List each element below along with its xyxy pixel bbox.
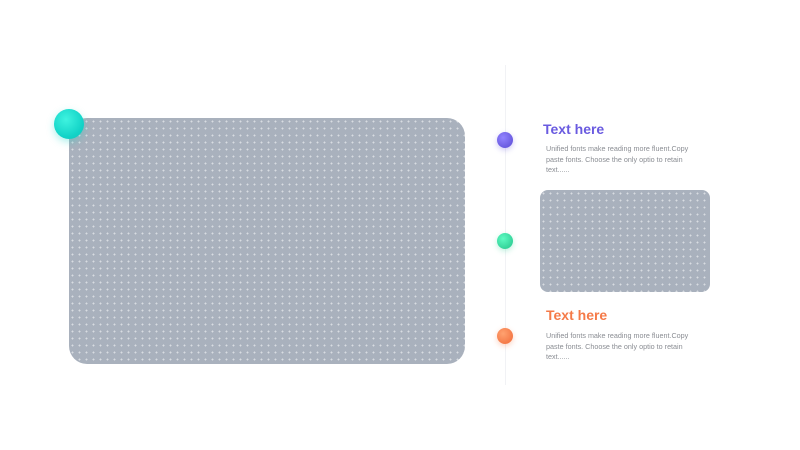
secondary-image-placeholder — [540, 190, 710, 292]
timeline-node-3 — [497, 328, 513, 344]
item-1-title: Text here — [543, 121, 605, 137]
timeline-node-1 — [497, 132, 513, 148]
item-2-title: Text here — [546, 307, 608, 323]
timeline-node-2 — [497, 233, 513, 249]
main-image-placeholder — [69, 118, 465, 364]
corner-accent-dot — [54, 109, 84, 139]
item-1-body: Unified fonts make reading more fluent.C… — [546, 144, 689, 174]
slide-canvas: Text here Unified fonts make reading mor… — [0, 0, 800, 450]
item-2-body: Unified fonts make reading more fluent.C… — [546, 331, 689, 361]
